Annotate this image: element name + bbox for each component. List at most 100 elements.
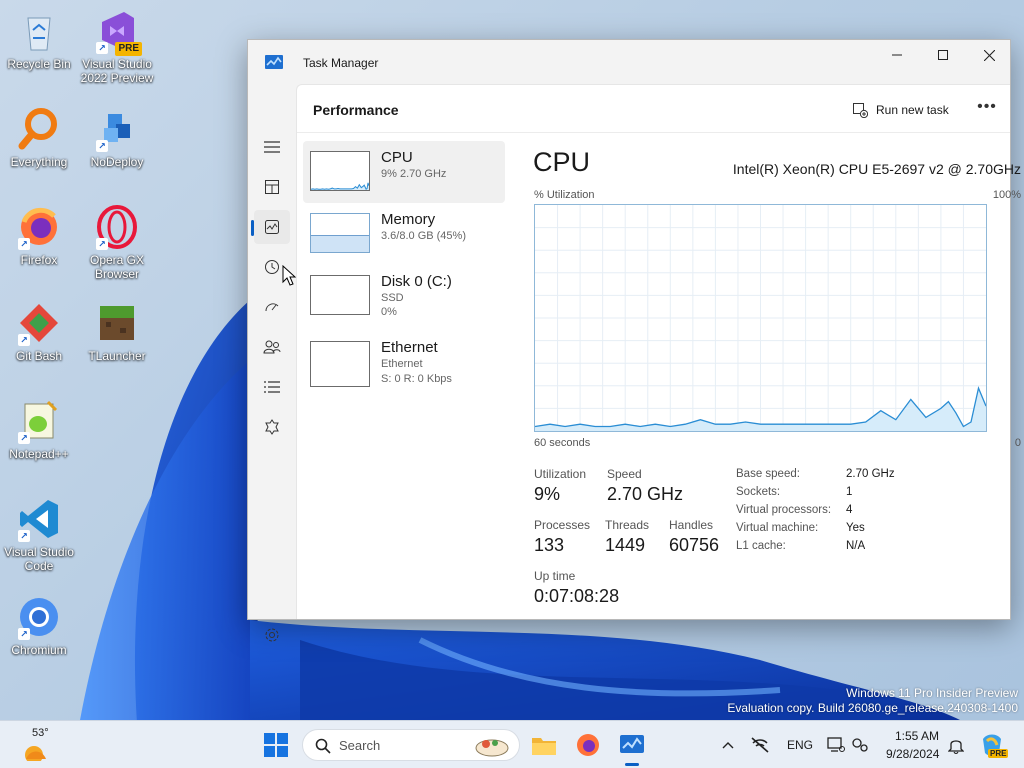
- shortcut-arrow-icon: ↗: [96, 42, 108, 54]
- resource-item-memory[interactable]: Memory 3.6/8.0 GB (45%): [303, 203, 505, 265]
- clock-date[interactable]: 9/28/2024: [886, 747, 939, 761]
- desktop-icon-vscode[interactable]: ↗ Visual Studio Code: [0, 496, 78, 573]
- input-language-indicator[interactable]: ENG: [787, 738, 813, 752]
- desktop-icon-label: Firefox: [20, 253, 58, 267]
- nav-services[interactable]: [254, 410, 290, 444]
- resource-item-cpu[interactable]: CPU 9% 2.70 GHz: [303, 141, 505, 203]
- resource-item-disk[interactable]: Disk 0 (C:) SSD 0%: [303, 265, 505, 327]
- task-manager-window: Task Manager Performance Run new task ••…: [247, 39, 1021, 642]
- desktop-icon-everything[interactable]: Everything: [0, 106, 78, 169]
- nav-settings[interactable]: [254, 618, 290, 652]
- nav-menu-button[interactable]: [254, 130, 290, 164]
- copilot-button[interactable]: PRE: [978, 731, 1009, 759]
- tlauncher-grass-block-icon: [94, 300, 140, 346]
- show-hidden-icons-button[interactable]: [714, 731, 742, 759]
- processes-icon: [265, 180, 279, 194]
- speed-label: Speed: [607, 467, 642, 481]
- notepadpp-icon: ↗: [16, 398, 62, 444]
- network-status-button[interactable]: [746, 731, 774, 759]
- weather-widget[interactable]: 53°: [18, 727, 58, 763]
- page-title: Performance: [313, 102, 399, 118]
- close-button[interactable]: [966, 40, 1012, 70]
- resource-detail: Ethernet: [381, 358, 423, 370]
- time-end-label: 0: [1014, 437, 1021, 449]
- title-bar[interactable]: Task Manager: [248, 40, 1010, 84]
- minimize-button[interactable]: [874, 40, 920, 70]
- maximize-button[interactable]: [920, 40, 966, 70]
- network-disconnected-icon: [751, 737, 769, 753]
- desktop-icon-recycle-bin[interactable]: Recycle Bin: [0, 8, 78, 71]
- desktop-icon-chromium[interactable]: ↗ Chromium: [0, 594, 78, 657]
- spec-value: 1: [846, 486, 853, 498]
- desktop-icon-git-bash[interactable]: ↗ Git Bash: [0, 300, 78, 363]
- cpu-thumbnail-graph: [310, 151, 370, 191]
- desktop-icon-label: NoDeploy: [90, 155, 144, 169]
- search-highlight-icon: [475, 739, 509, 757]
- memory-fill: [311, 234, 369, 252]
- window-title: Task Manager: [303, 56, 379, 70]
- settings-icon: [265, 628, 279, 642]
- taskbar-search-box[interactable]: Search: [302, 729, 520, 761]
- ethernet-thumbnail-graph: [310, 341, 370, 387]
- close-icon: [983, 49, 995, 61]
- opera-gx-icon: ↗: [94, 204, 140, 250]
- desktop-icon-opera-gx[interactable]: ↗ Opera GX Browser: [78, 204, 156, 281]
- desktop-icon-label: Chromium: [11, 643, 67, 657]
- resource-detail: 9% 2.70 GHz: [381, 168, 447, 180]
- resource-detail: 3.6/8.0 GB (45%): [381, 230, 466, 242]
- axis-max-label: 100%: [992, 189, 1021, 201]
- app-history-icon: [265, 260, 279, 274]
- desktop-icon-visual-studio-preview[interactable]: PRE ↗ Visual Studio 2022 Preview: [78, 8, 156, 85]
- search-label: Search: [339, 738, 381, 753]
- memory-thumbnail-graph: [310, 213, 370, 253]
- desktop-icon-nodeploy[interactable]: ↗ NoDeploy: [78, 106, 156, 169]
- evaluation-watermark: Windows 11 Pro Insider Preview Evaluatio…: [727, 686, 1018, 715]
- notifications-button[interactable]: [942, 731, 970, 759]
- task-manager-icon: [620, 735, 644, 753]
- resource-item-ethernet[interactable]: Ethernet Ethernet S: 0 R: 0 Kbps: [303, 331, 505, 393]
- disk-thumbnail-graph: [310, 275, 370, 315]
- desktop-icon-label: Visual Studio Code: [4, 545, 74, 573]
- speed-value: 2.70 GHz: [607, 484, 684, 504]
- nav-users[interactable]: [254, 330, 290, 364]
- start-button[interactable]: [262, 731, 290, 759]
- uptime-value: 0:07:08:28: [534, 586, 620, 606]
- watermark-line-2: Evaluation copy. Build 26080.ge_release.…: [727, 701, 1018, 715]
- spec-value: Yes: [846, 522, 865, 534]
- run-new-task-button[interactable]: Run new task: [852, 100, 949, 120]
- desktop-icon-tlauncher[interactable]: TLauncher: [78, 300, 156, 363]
- spec-key: L1 cache:: [736, 540, 786, 552]
- spec-key: Virtual processors:: [736, 504, 832, 516]
- desktop-icon-label: Everything: [10, 155, 68, 169]
- desktop-icon-label: Git Bash: [15, 349, 63, 363]
- watermark-line-1: Windows 11 Pro Insider Preview: [846, 686, 1018, 700]
- nav-performance[interactable]: [251, 210, 290, 244]
- more-options-button[interactable]: •••: [975, 98, 999, 120]
- taskbar: 53° Search ENG 1:55 AM 9/28/2024 PRE: [0, 720, 1024, 768]
- utilization-value: 9%: [534, 484, 561, 504]
- processes-label: Processes: [534, 518, 591, 532]
- nav-startup-apps[interactable]: [254, 290, 290, 324]
- mouse-cursor-icon: [282, 265, 296, 286]
- desktop-icon-label: TLauncher: [88, 349, 146, 363]
- system-tray-icon-button[interactable]: [846, 731, 874, 759]
- desktop-icon-notepadpp[interactable]: ↗ Notepad++: [0, 398, 78, 461]
- desktop-icon-firefox[interactable]: ↗ Firefox: [0, 204, 78, 267]
- desktop-icon-label: Visual Studio 2022 Preview: [80, 57, 154, 85]
- shortcut-arrow-icon: ↗: [18, 628, 30, 640]
- performance-pane: Performance Run new task ••• CPU 9% 2.70…: [296, 84, 1021, 619]
- resource-detail-2: S: 0 R: 0 Kbps: [381, 373, 452, 385]
- file-explorer-button[interactable]: [530, 731, 558, 759]
- chromium-icon: ↗: [16, 594, 62, 640]
- clock-time[interactable]: 1:55 AM: [895, 729, 939, 743]
- task-manager-taskbar-button[interactable]: [618, 731, 646, 766]
- nav-processes[interactable]: [254, 170, 290, 204]
- desktop-icon-label: Recycle Bin: [7, 57, 71, 71]
- cpu-model: Intel(R) Xeon(R) CPU E5-2697 v2 @ 2.70GH…: [732, 161, 1021, 177]
- utilization-label: Utilization: [534, 467, 587, 481]
- nav-details[interactable]: [254, 370, 290, 404]
- resource-name: Ethernet: [381, 339, 438, 356]
- firefox-taskbar-button[interactable]: [574, 731, 602, 759]
- search-icon: [315, 738, 331, 754]
- maximize-icon: [938, 50, 948, 60]
